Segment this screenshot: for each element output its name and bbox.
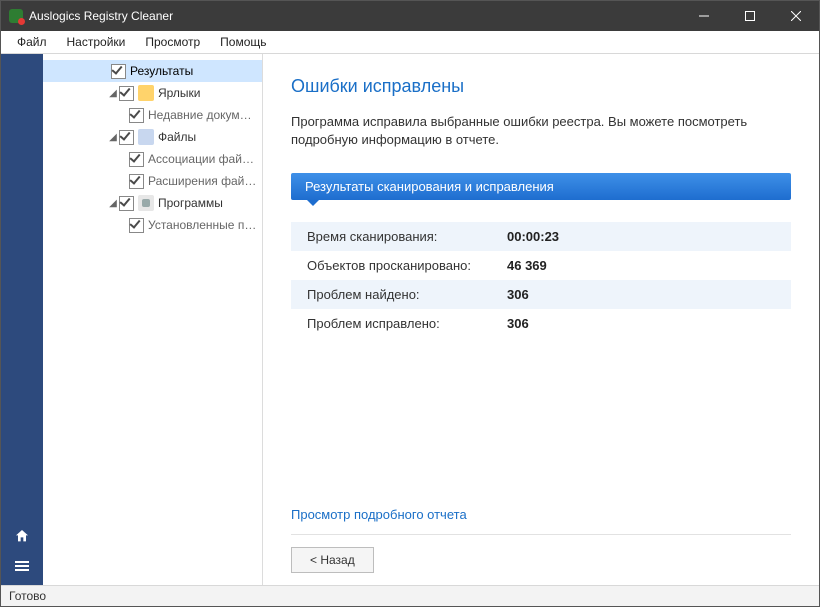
- collapse-icon[interactable]: ◢: [103, 88, 119, 99]
- category-tree: Результаты ◢ Ярлыки Недавние документы ◢…: [43, 54, 263, 585]
- titlebar: Auslogics Registry Cleaner: [1, 1, 819, 31]
- programs-icon: [138, 195, 154, 211]
- checkbox-icon[interactable]: [119, 86, 134, 101]
- tree-cat-files[interactable]: ◢ Файлы: [43, 126, 262, 148]
- maximize-button[interactable]: [727, 1, 773, 31]
- menu-settings[interactable]: Настройки: [57, 33, 136, 51]
- tree-item[interactable]: Расширения файлов: [43, 170, 262, 192]
- stat-label: Проблем найдено:: [307, 287, 507, 302]
- checkbox-icon[interactable]: [129, 174, 144, 189]
- tree-item[interactable]: Установленные прог...: [43, 214, 262, 236]
- window-title: Auslogics Registry Cleaner: [29, 9, 173, 23]
- tree-label: Недавние документы: [148, 108, 258, 122]
- page-title: Ошибки исправлены: [291, 76, 791, 97]
- close-button[interactable]: [773, 1, 819, 31]
- collapse-icon[interactable]: ◢: [103, 198, 119, 209]
- app-icon: [9, 9, 23, 23]
- folder-icon: [138, 85, 154, 101]
- tree-label: Ярлыки: [158, 86, 201, 100]
- tree-cat-shortcuts[interactable]: ◢ Ярлыки: [43, 82, 262, 104]
- stat-row: Проблем исправлено: 306: [291, 309, 791, 338]
- back-button[interactable]: < Назад: [291, 547, 374, 573]
- tree-label: Программы: [158, 196, 223, 210]
- stat-label: Объектов просканировано:: [307, 258, 507, 273]
- keyboard-button[interactable]: [9, 553, 35, 579]
- checkbox-icon[interactable]: [119, 130, 134, 145]
- tree-label: Расширения файлов: [148, 174, 258, 188]
- checkbox-icon[interactable]: [129, 152, 144, 167]
- tree-cat-programs[interactable]: ◢ Программы: [43, 192, 262, 214]
- stat-row: Объектов просканировано: 46 369: [291, 251, 791, 280]
- checkbox-icon[interactable]: [129, 218, 144, 233]
- checkbox-icon[interactable]: [129, 108, 144, 123]
- stats-table: Время сканирования: 00:00:23 Объектов пр…: [291, 222, 791, 338]
- menu-help[interactable]: Помощь: [210, 33, 276, 51]
- tree-item[interactable]: Ассоциации файлов: [43, 148, 262, 170]
- stat-row: Проблем найдено: 306: [291, 280, 791, 309]
- tree-results[interactable]: Результаты: [43, 60, 262, 82]
- stat-label: Проблем исправлено:: [307, 316, 507, 331]
- status-text: Готово: [9, 589, 46, 603]
- checkbox-icon[interactable]: [119, 196, 134, 211]
- tree-label: Ассоциации файлов: [148, 152, 258, 166]
- collapse-icon[interactable]: ◢: [103, 132, 119, 143]
- stat-label: Время сканирования:: [307, 229, 507, 244]
- tree-label: Файлы: [158, 130, 196, 144]
- results-banner: Результаты сканирования и исправления: [291, 173, 791, 200]
- main-panel: Ошибки исправлены Программа исправила вы…: [263, 54, 819, 585]
- files-icon: [138, 129, 154, 145]
- stat-value: 306: [507, 316, 529, 331]
- detailed-report-link[interactable]: Просмотр подробного отчета: [291, 507, 791, 522]
- left-gutter: [1, 54, 43, 585]
- tree-label: Результаты: [130, 64, 193, 78]
- statusbar: Готово: [1, 585, 819, 606]
- stat-row: Время сканирования: 00:00:23: [291, 222, 791, 251]
- menubar: Файл Настройки Просмотр Помощь: [1, 31, 819, 54]
- menu-view[interactable]: Просмотр: [135, 33, 210, 51]
- checkbox-icon[interactable]: [111, 64, 126, 79]
- stat-value: 00:00:23: [507, 229, 559, 244]
- page-description: Программа исправила выбранные ошибки рее…: [291, 113, 791, 149]
- stat-value: 46 369: [507, 258, 547, 273]
- tree-label: Установленные прог...: [148, 218, 258, 232]
- home-button[interactable]: [9, 523, 35, 549]
- stat-value: 306: [507, 287, 529, 302]
- menu-file[interactable]: Файл: [7, 33, 57, 51]
- tree-item[interactable]: Недавние документы: [43, 104, 262, 126]
- minimize-button[interactable]: [681, 1, 727, 31]
